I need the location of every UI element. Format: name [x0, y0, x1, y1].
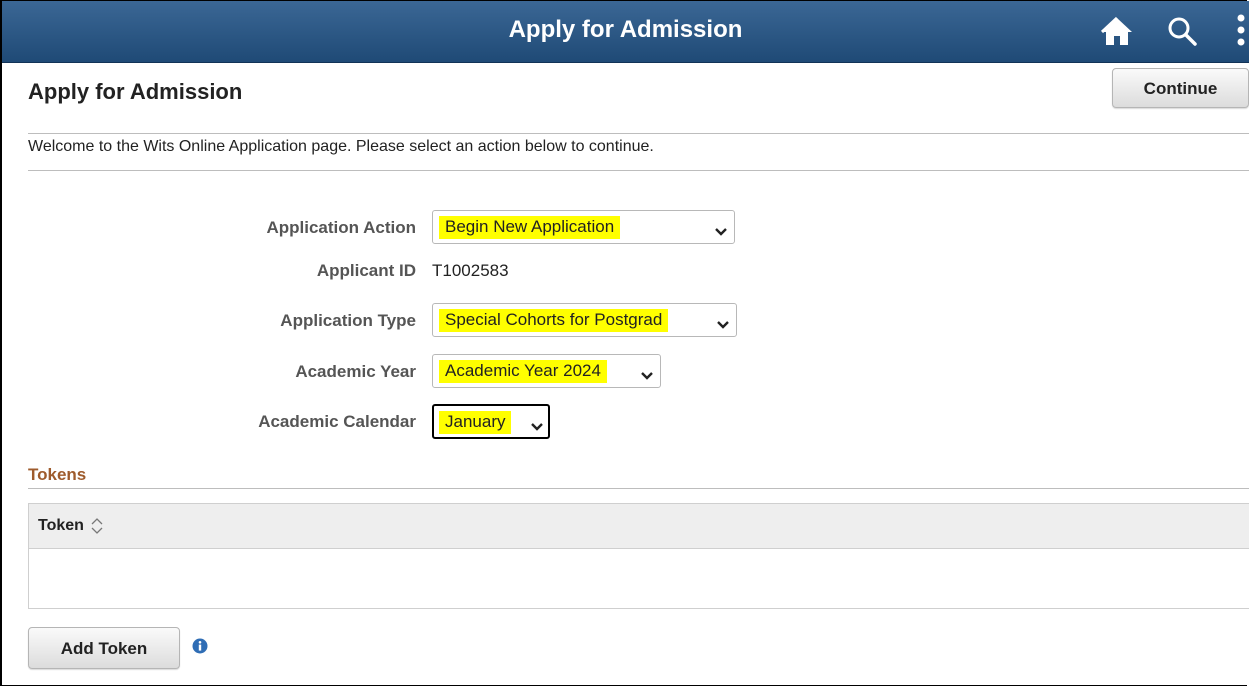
chevron-down-icon [715, 223, 727, 241]
applicant-id-label: Applicant ID [316, 261, 416, 280]
welcome-text: Welcome to the Wits Online Application p… [28, 138, 654, 155]
application-type-select[interactable]: Special Cohorts for Postgrad [432, 303, 737, 337]
chevron-down-icon [641, 367, 653, 385]
home-icon[interactable] [1100, 15, 1134, 52]
application-type-value: Special Cohorts for Postgrad [439, 309, 669, 332]
search-icon[interactable] [1166, 15, 1198, 52]
sort-icon[interactable] [90, 518, 104, 539]
banner-title: Apply for Admission [508, 16, 743, 43]
academic-year-value: Academic Year 2024 [439, 360, 607, 383]
continue-button[interactable]: Continue [1112, 68, 1249, 108]
academic-calendar-value: January [439, 411, 512, 434]
page-title: Apply for Admission [28, 79, 243, 104]
application-action-select[interactable]: Begin New Application [432, 210, 735, 244]
tokens-grid: Token [28, 503, 1249, 609]
grid-header: Token [29, 504, 1249, 549]
tokens-heading: Tokens [28, 465, 87, 484]
academic-year-select[interactable]: Academic Year 2024 [432, 354, 661, 388]
academic-year-label: Academic Year [295, 362, 416, 381]
info-icon[interactable] [192, 638, 208, 659]
app-banner: Apply for Admission [2, 1, 1249, 63]
divider [28, 133, 1249, 134]
academic-calendar-label: Academic Calendar [258, 412, 416, 431]
column-header-token[interactable]: Token [38, 517, 84, 535]
application-action-value: Begin New Application [439, 216, 621, 239]
application-action-label: Application Action [266, 218, 416, 237]
more-icon[interactable] [1234, 13, 1248, 54]
divider [28, 170, 1249, 171]
academic-calendar-select[interactable]: January [432, 404, 550, 439]
applicant-id-value: T1002583 [432, 261, 509, 280]
add-token-button[interactable]: Add Token [28, 627, 180, 669]
chevron-down-icon [531, 418, 543, 436]
chevron-down-icon [717, 316, 729, 334]
application-type-label: Application Type [280, 311, 416, 330]
divider [28, 488, 1249, 489]
